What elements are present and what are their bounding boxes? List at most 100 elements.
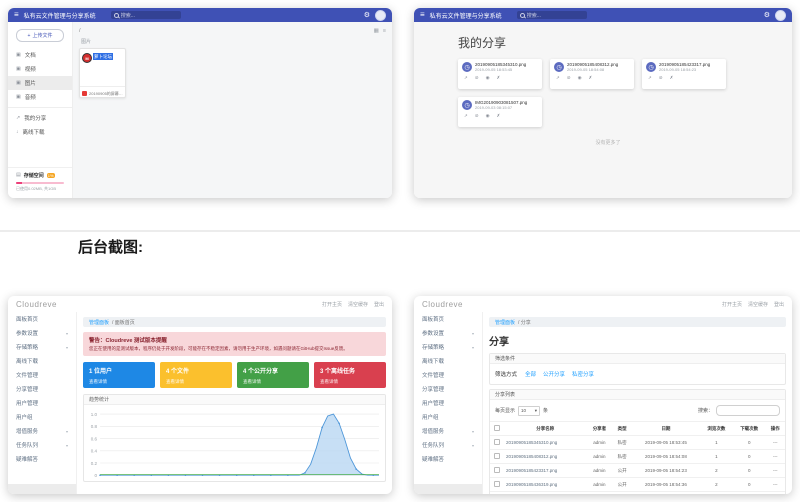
stat-card-offline-tasks[interactable]: 3 个离线任务 查看详情 bbox=[314, 362, 386, 388]
open-link-icon[interactable]: ↗ bbox=[556, 76, 560, 81]
share-card[interactable]: ◷ 20190905185345310.png 2019-09-05 18:53… bbox=[458, 59, 542, 89]
lock-icon[interactable]: ⊘ bbox=[567, 76, 571, 81]
share-date: 2019-09-05 18:54:23 bbox=[659, 67, 710, 72]
list-view-icon[interactable]: ≡ bbox=[383, 28, 386, 34]
sidebar-item-groups[interactable]: 用户组 bbox=[8, 410, 76, 424]
sidebar-item-tasks[interactable]: 任务队列▾ bbox=[414, 438, 482, 452]
sidebar-item-shares[interactable]: 分享管理 bbox=[8, 382, 76, 396]
sidebar-item-storage-policy[interactable]: 存储策略▾ bbox=[8, 340, 76, 354]
table-row[interactable]: 20190905185408312.png admin 私密 2019-09-0… bbox=[490, 450, 785, 464]
lock-icon[interactable]: ⊘ bbox=[475, 114, 479, 119]
upload-button[interactable]: + 上传文件 bbox=[16, 29, 64, 42]
sidebar-item-my-shares[interactable]: ↗ 我的分享 bbox=[8, 111, 72, 125]
sidebar-item-files[interactable]: 文件管理 bbox=[414, 368, 482, 382]
menu-icon[interactable]: ≡ bbox=[14, 11, 19, 19]
category-label: 图片 bbox=[81, 38, 386, 45]
stat-card-files[interactable]: 4 个文件 查看详情 bbox=[160, 362, 232, 388]
open-homepage-link[interactable]: 打开主页 bbox=[722, 301, 742, 308]
sidebar-item-users[interactable]: 用户管理 bbox=[8, 396, 76, 410]
avatar[interactable] bbox=[375, 10, 386, 21]
delete-icon[interactable]: ✗ bbox=[497, 114, 501, 119]
cloudreve-logo[interactable]: Cloudreve bbox=[16, 300, 57, 309]
stat-card-shares[interactable]: 4 个公开分享 查看详情 bbox=[237, 362, 309, 388]
filter-option-all[interactable]: 全部 bbox=[525, 370, 536, 378]
folder-icon: ▣ bbox=[16, 53, 21, 58]
share-card[interactable]: ◷ 20190905185408312.png 2019-09-05 18:54… bbox=[550, 59, 634, 89]
delete-icon[interactable]: ✗ bbox=[497, 76, 501, 81]
sidebar-item-offline-download[interactable]: ↓ 离线下载 bbox=[8, 125, 72, 139]
eye-icon[interactable]: ◉ bbox=[578, 76, 582, 81]
plus-icon: + bbox=[28, 33, 31, 39]
sidebar-item-troubleshoot[interactable]: 疑难解答 bbox=[414, 452, 482, 466]
open-homepage-link[interactable]: 打开主页 bbox=[322, 301, 342, 308]
breadcrumb[interactable]: / bbox=[79, 28, 81, 34]
delete-icon[interactable]: ✗ bbox=[589, 76, 593, 81]
sidebar-item-images[interactable]: ▣ 图片 bbox=[8, 76, 72, 90]
section-heading: 后台截图: bbox=[78, 236, 143, 257]
per-page-select[interactable]: 10 ▾ bbox=[518, 406, 540, 416]
sidebar-item-videos[interactable]: ▣ 视频 bbox=[8, 62, 72, 76]
row-checkbox[interactable] bbox=[494, 481, 500, 487]
settings-gear-icon[interactable]: ⚙ bbox=[764, 12, 770, 19]
search-input[interactable]: 搜索... bbox=[111, 11, 181, 19]
open-link-icon[interactable]: ↗ bbox=[464, 114, 468, 119]
share-card[interactable]: ◷ 20190905185423317.png 2019-09-05 18:54… bbox=[642, 59, 726, 89]
sidebar-item-storage-policy[interactable]: 存储策略▾ bbox=[414, 340, 482, 354]
lock-icon[interactable]: ⊘ bbox=[475, 76, 479, 81]
stat-card-users[interactable]: 1 位用户 查看详情 bbox=[83, 362, 155, 388]
file-card[interactable]: M 萝卜论坛 20190905的屏幕截图.png bbox=[79, 48, 126, 98]
share-card[interactable]: ◷ IMG20190903081507.png 2019-09-03 08:15… bbox=[458, 97, 542, 127]
lock-icon[interactable]: ⊘ bbox=[659, 76, 663, 81]
sidebar-active-indicator bbox=[8, 484, 76, 494]
share-avatar: ◷ bbox=[462, 62, 472, 72]
sidebar-item-label: 我的分享 bbox=[24, 114, 46, 122]
table-row[interactable]: 20190905185423317.png admin 公开 2019-09-0… bbox=[490, 464, 785, 478]
row-checkbox[interactable] bbox=[494, 467, 500, 473]
table-search-input[interactable] bbox=[716, 405, 780, 416]
sidebar-item-troubleshoot[interactable]: 疑难解答 bbox=[8, 452, 76, 466]
sidebar-item-settings[interactable]: 参数设置▾ bbox=[8, 326, 76, 340]
row-checkbox[interactable] bbox=[494, 453, 500, 459]
eye-icon[interactable]: ◉ bbox=[486, 76, 490, 81]
table-row[interactable]: 20190905185345310.png admin 私密 2019-09-0… bbox=[490, 436, 785, 450]
table-row[interactable]: 20190905185436319.png admin 公开 2019-09-0… bbox=[490, 478, 785, 492]
open-link-icon[interactable]: ↗ bbox=[464, 76, 468, 81]
settings-gear-icon[interactable]: ⚙ bbox=[364, 12, 370, 19]
delete-icon[interactable]: ✗ bbox=[670, 76, 674, 81]
clear-cache-link[interactable]: 清空缓存 bbox=[348, 301, 368, 308]
sidebar-item-docs[interactable]: ▣ 文档 bbox=[8, 48, 72, 62]
sidebar-item-vas[interactable]: 增值服务▾ bbox=[8, 424, 76, 438]
search-input[interactable]: 搜索... bbox=[517, 11, 587, 19]
filter-option-private[interactable]: 私密分享 bbox=[572, 370, 594, 378]
open-link-icon[interactable]: ↗ bbox=[648, 76, 652, 81]
sidebar-item-tasks[interactable]: 任务队列▾ bbox=[8, 438, 76, 452]
clear-cache-link[interactable]: 清空缓存 bbox=[748, 301, 768, 308]
breadcrumb-link[interactable]: 管理面板 bbox=[89, 319, 109, 326]
sidebar-item-offline-download[interactable]: 离线下载 bbox=[414, 354, 482, 368]
sidebar-item-settings[interactable]: 参数设置▾ bbox=[414, 326, 482, 340]
sidebar-item-offline-download[interactable]: 离线下载 bbox=[8, 354, 76, 368]
sidebar-item-vas[interactable]: 增值服务▾ bbox=[414, 424, 482, 438]
svg-text:1.0: 1.0 bbox=[91, 412, 98, 417]
breadcrumb-link[interactable]: 管理面板 bbox=[495, 319, 515, 326]
sidebar-item-dashboard[interactable]: 面板首页 bbox=[8, 312, 76, 326]
list-card-header: 分享列表 bbox=[490, 390, 785, 400]
eye-icon[interactable]: ◉ bbox=[486, 114, 490, 119]
row-checkbox[interactable] bbox=[494, 439, 500, 445]
logout-link[interactable]: 登出 bbox=[774, 301, 784, 308]
avatar[interactable] bbox=[775, 10, 786, 21]
cloudreve-logo[interactable]: Cloudreve bbox=[422, 300, 463, 309]
end-of-list-text: 没有更多了 bbox=[458, 139, 758, 146]
menu-icon[interactable]: ≡ bbox=[420, 11, 425, 19]
sidebar-item-files[interactable]: 文件管理 bbox=[8, 368, 76, 382]
select-all-checkbox[interactable] bbox=[494, 425, 500, 431]
logout-link[interactable]: 登出 bbox=[374, 301, 384, 308]
sidebar-item-audio[interactable]: ▣ 音频 bbox=[8, 90, 72, 104]
filter-option-public[interactable]: 公开分享 bbox=[543, 370, 565, 378]
grid-view-icon[interactable]: ▦ bbox=[374, 28, 379, 34]
sidebar-item-groups[interactable]: 用户组 bbox=[414, 410, 482, 424]
chevron-down-icon: ▾ bbox=[66, 429, 68, 434]
sidebar-item-users[interactable]: 用户管理 bbox=[414, 396, 482, 410]
sidebar-item-dashboard[interactable]: 面板首页 bbox=[414, 312, 482, 326]
sidebar-item-shares[interactable]: 分享管理 bbox=[414, 382, 482, 396]
